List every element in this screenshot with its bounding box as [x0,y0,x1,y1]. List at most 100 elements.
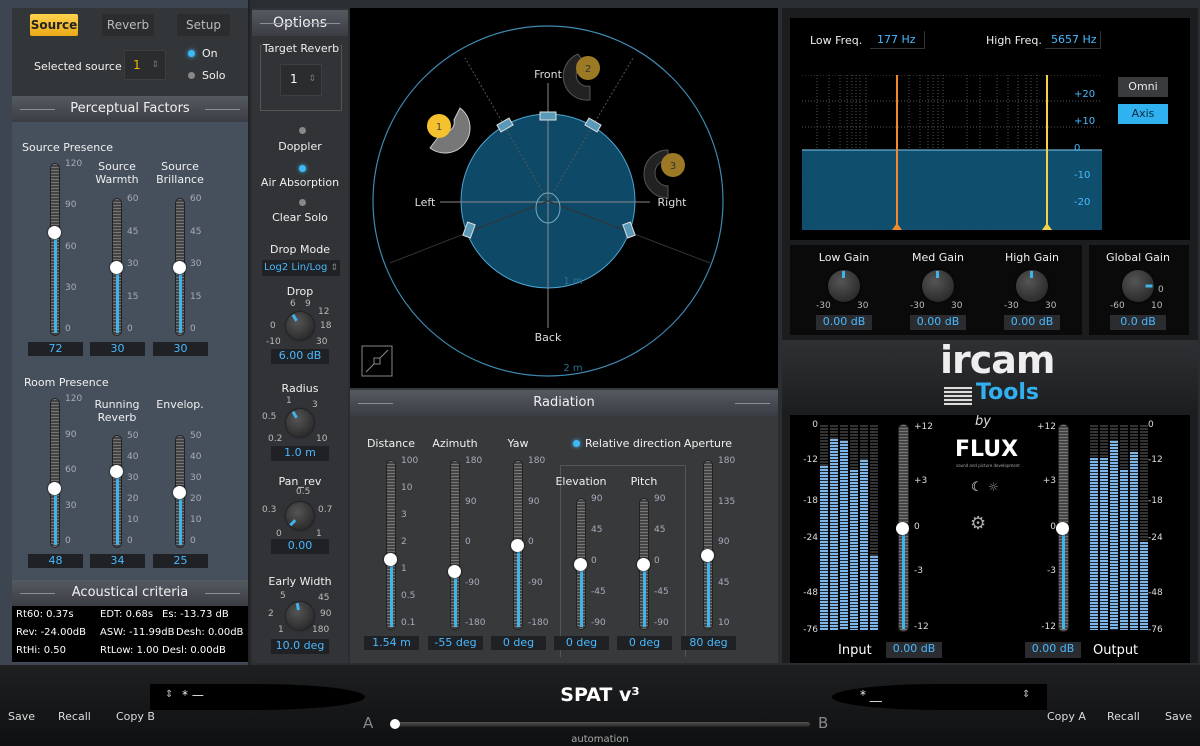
slider-tick: 90 [465,496,477,507]
preset-a-field[interactable]: ⇕ * — [150,684,365,710]
slider-thumb[interactable] [173,485,186,499]
output-value[interactable]: 0.00 dB [1025,642,1081,658]
fader-tick: -12 [914,622,929,632]
slider-track[interactable] [384,460,397,630]
knob[interactable] [286,409,314,437]
day-mode-icon[interactable]: ☼ [988,480,999,494]
slider-thumb[interactable] [637,558,650,571]
preset-b-field[interactable]: * __ ⇕ [832,684,1047,710]
knob-value[interactable]: 6.00 dB [271,349,329,364]
slider-thumb[interactable] [110,465,123,479]
gain-knob[interactable] [1122,270,1154,302]
gain-knob[interactable] [922,270,954,302]
knob[interactable] [286,312,314,340]
slider-value[interactable]: 30 [153,342,208,356]
settings-gears-icon[interactable]: ⚙ [970,513,986,534]
drop-mode-select[interactable]: Log2 Lin/Log ⇕ [262,260,340,276]
high-freq-value[interactable]: 5657 Hz [1045,31,1101,49]
ab-morph-thumb[interactable] [390,719,400,729]
clear-solo-toggle[interactable] [299,199,306,206]
fader-thumb[interactable] [1056,522,1069,535]
slider-value[interactable]: 0 deg [491,636,546,650]
preset-b-arrows-icon[interactable]: ⇕ [1022,689,1030,700]
slider-track[interactable] [48,163,61,336]
slider-track[interactable] [48,398,61,548]
gain-value[interactable]: 0.00 dB [1004,315,1060,330]
recall-b-button[interactable]: Recall [1107,710,1140,723]
knob-value[interactable]: 1.0 m [271,446,329,461]
gain-value[interactable]: 0.0 dB [1110,315,1166,330]
speaker-icon[interactable] [539,111,557,121]
slider-track[interactable] [173,435,186,548]
slider-tick: 0 [65,536,71,546]
doppler-toggle[interactable] [299,127,306,134]
slider-thumb[interactable] [173,261,186,274]
gain-min: -30 [1004,301,1019,311]
target-reverb-spinner[interactable]: 1 ⇕ [280,64,322,96]
gain-knob[interactable] [1016,270,1048,302]
slider-track[interactable] [110,435,123,548]
slider-thumb[interactable] [574,558,587,571]
slider-thumb[interactable] [448,564,461,578]
solo-radio[interactable] [188,72,195,79]
slider-value[interactable]: 72 [28,342,83,356]
ab-morph-slider[interactable] [390,719,810,729]
omni-button[interactable]: Omni [1118,77,1168,97]
axis-button[interactable]: Axis [1118,104,1168,124]
slider-track[interactable] [110,198,123,336]
relative-direction-toggle[interactable] [573,440,580,447]
slider-value[interactable]: 48 [28,554,83,568]
copy-a-button[interactable]: Copy A [1047,710,1086,723]
slider-thumb[interactable] [701,549,714,563]
gain-value[interactable]: 0.00 dB [816,315,872,330]
slider-track[interactable] [574,498,587,630]
slider-value[interactable]: -55 deg [428,636,483,650]
preset-a-arrows-icon[interactable]: ⇕ [165,689,173,700]
tab-reverb[interactable]: Reverb [102,14,154,36]
low-freq-value[interactable]: 177 Hz [870,31,925,49]
knob[interactable] [286,502,314,530]
slider-thumb[interactable] [48,482,61,495]
tools-logo: Tools [976,380,1039,405]
eq-graph[interactable]: +20 +10 0 -10 -20 [802,69,1102,230]
slider-value[interactable]: 0 deg [554,636,609,650]
copy-b-button[interactable]: Copy B [116,710,155,723]
slider-value[interactable]: 80 deg [681,636,736,650]
tab-setup[interactable]: Setup [177,14,230,36]
air-absorption-toggle[interactable] [299,165,306,172]
slider-value[interactable]: 30 [90,342,145,356]
knob-value[interactable]: 0.00 [271,539,329,554]
slider-track[interactable] [511,460,524,630]
zoom-view-icon[interactable] [361,345,393,377]
tab-source[interactable]: Source [30,14,78,36]
gain-value[interactable]: 0.00 dB [910,315,966,330]
slider-value[interactable]: 0 deg [617,636,672,650]
slider-track[interactable] [701,460,714,630]
slider-thumb[interactable] [384,552,397,566]
slider-value[interactable]: 1.54 m [364,636,419,650]
slider-track[interactable] [173,198,186,336]
save-b-button[interactable]: Save [1165,710,1192,723]
input-value[interactable]: 0.00 dB [886,642,942,658]
knob[interactable] [286,602,314,630]
fader-thumb[interactable] [896,522,909,535]
recall-a-button[interactable]: Recall [58,710,91,723]
gain-knob[interactable] [828,270,860,302]
slider-thumb[interactable] [110,261,123,274]
spatial-view-canvas[interactable]: 1 2 3 Front Back Left Right 1 m 2 m [207,0,889,542]
gain-fader[interactable] [1056,424,1069,632]
slider-thumb[interactable] [48,226,61,240]
slider-value[interactable]: 34 [90,554,145,568]
night-mode-icon[interactable]: ☾ [971,480,983,495]
slider-track[interactable] [637,498,650,630]
save-a-button[interactable]: Save [8,710,35,723]
spatial-view[interactable]: 1 2 3 Front Back Left Right 1 m 2 m [207,0,889,542]
on-radio[interactable] [188,50,195,57]
knob-value[interactable]: 10.0 deg [271,639,329,654]
gain-fader[interactable] [896,424,909,632]
slider-track[interactable] [448,460,461,630]
slider-tick: 50 [190,431,202,441]
slider-thumb[interactable] [511,539,524,552]
slider-value[interactable]: 25 [153,554,208,568]
selected-source-spinner[interactable]: 1 ⇕ [124,50,166,80]
